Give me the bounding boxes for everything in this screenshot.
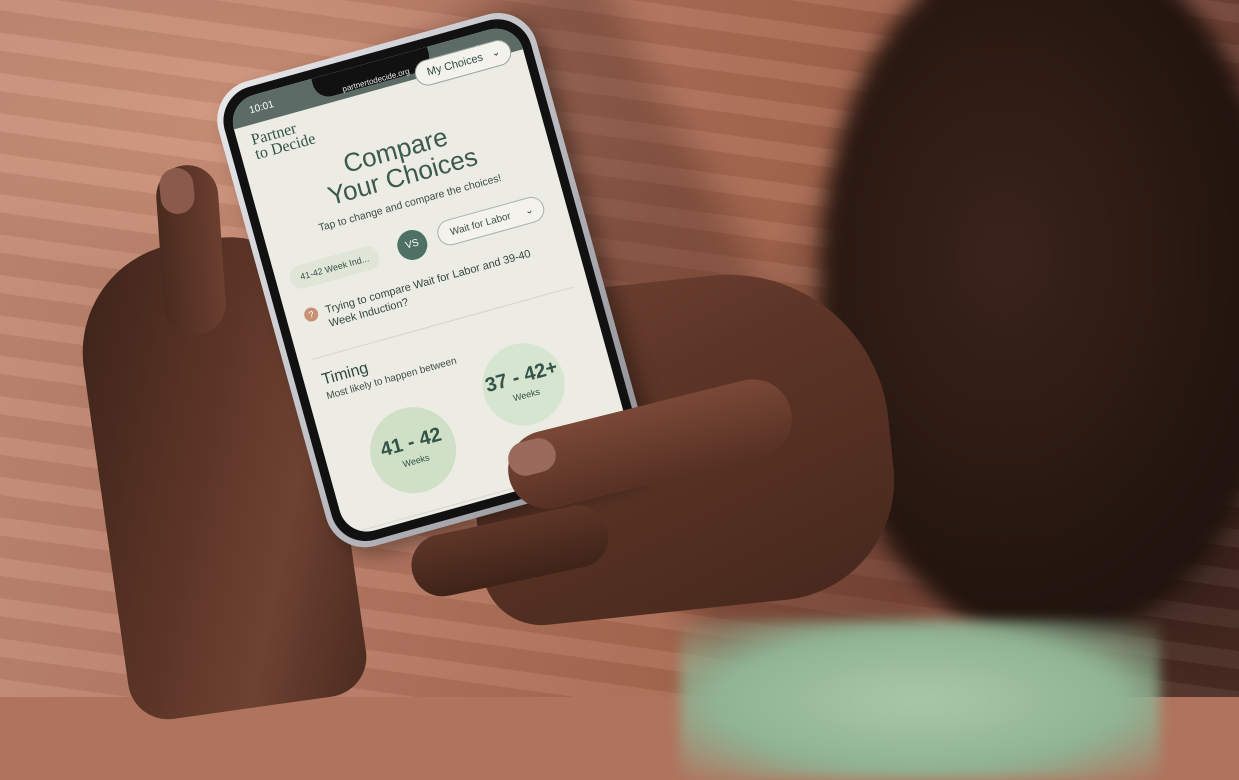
chevron-down-icon: ⌄ bbox=[490, 46, 502, 60]
person-shoulder-green-shirt bbox=[680, 620, 1160, 780]
chevron-down-icon: ⌄ bbox=[523, 204, 535, 218]
question-icon: ? bbox=[302, 305, 320, 324]
vs-badge: VS bbox=[393, 226, 431, 264]
right-choice-label: Wait for Labor bbox=[448, 210, 513, 239]
left-timing-circle: 41 - 42 Weeks bbox=[360, 397, 467, 504]
partner-to-decide-logo[interactable]: Partner to Decide bbox=[249, 117, 317, 163]
